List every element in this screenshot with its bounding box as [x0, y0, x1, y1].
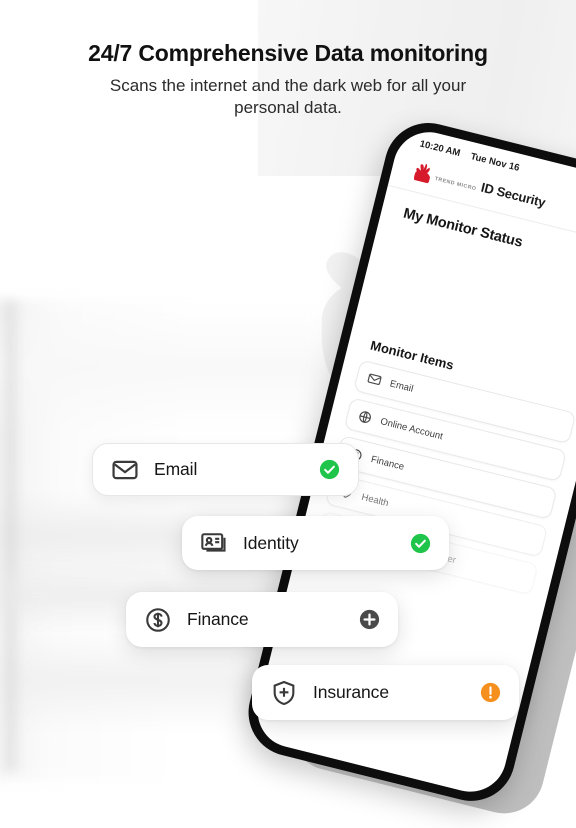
monitor-item-label: Email — [388, 377, 415, 395]
floating-card-finance[interactable]: Finance — [126, 592, 398, 647]
floating-card-label: Insurance — [313, 682, 389, 702]
monitor-item-label: Health — [360, 491, 390, 509]
dollar-circle-icon — [144, 606, 172, 634]
brand-company: TREND MICRO — [434, 175, 478, 192]
floating-card-label: Email — [154, 459, 198, 479]
trend-micro-ball-icon — [412, 161, 433, 185]
check-circle-icon — [319, 459, 340, 480]
globe-icon — [357, 409, 374, 426]
envelope-icon — [366, 371, 383, 388]
envelope-icon — [111, 456, 139, 484]
floating-card-insurance[interactable]: Insurance — [252, 665, 519, 720]
shield-cross-icon — [270, 679, 298, 707]
floating-card-identity[interactable]: Identity — [182, 516, 449, 570]
floating-card-label: Identity — [243, 532, 299, 553]
id-card-icon — [200, 529, 228, 557]
plus-circle-icon[interactable] — [359, 609, 380, 630]
headline-block: 24/7 Comprehensive Data monitoring Scans… — [0, 40, 576, 119]
page-subtitle: Scans the internet and the dark web for … — [109, 75, 467, 118]
brand-product: ID Security — [479, 179, 548, 210]
floating-card-label: Finance — [187, 609, 249, 629]
page-title: 24/7 Comprehensive Data monitoring — [88, 40, 488, 66]
floating-card-email[interactable]: Email — [92, 443, 359, 496]
warning-circle-icon — [480, 682, 501, 703]
monitor-item-label: Online Account — [379, 415, 444, 442]
monitor-item-label: Finance — [369, 453, 406, 473]
check-circle-icon — [410, 533, 431, 554]
background-photo-edge — [6, 300, 22, 770]
